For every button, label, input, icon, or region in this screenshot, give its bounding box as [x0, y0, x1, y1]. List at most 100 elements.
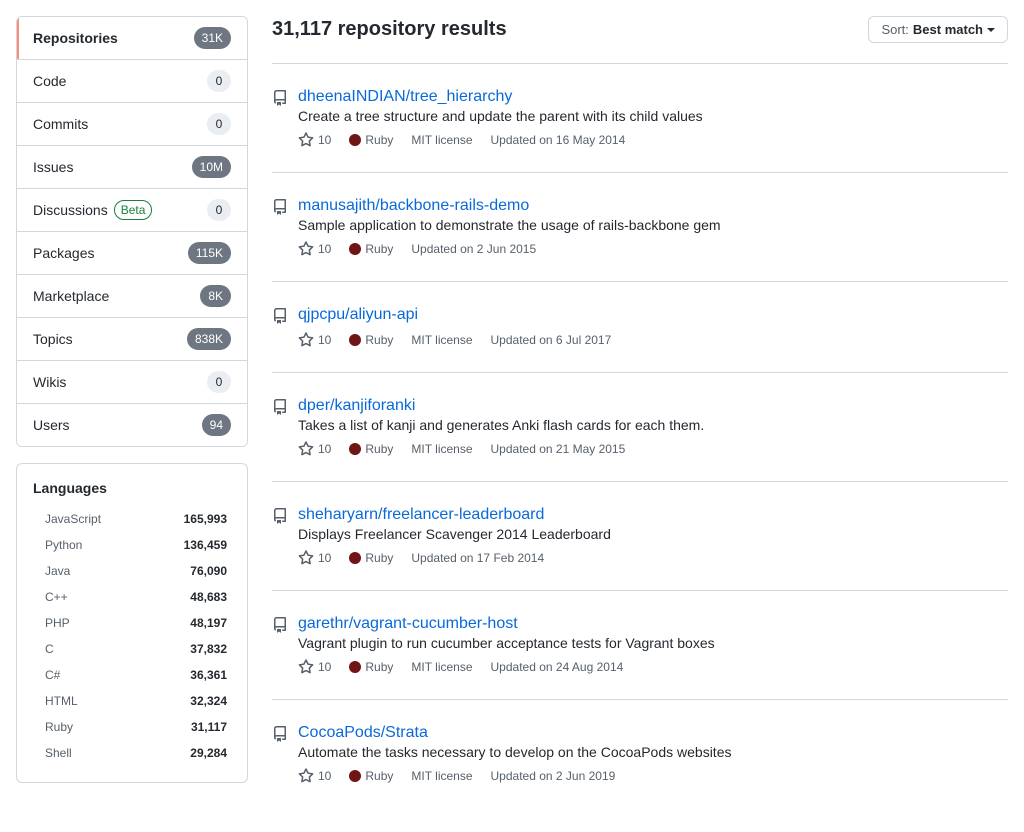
repo-result: sheharyarn/freelancer-leaderboard Display…	[272, 481, 1008, 590]
sidebar-item-label: Marketplace	[33, 288, 109, 304]
language-name: HTML	[45, 694, 78, 708]
sidebar-item-count: 838K	[187, 328, 231, 350]
repo-updated: Updated on 2 Jun 2019	[491, 769, 616, 783]
sidebar-item-packages[interactable]: Packages115K	[17, 232, 247, 275]
language-filter-item[interactable]: C#36,361	[33, 662, 231, 688]
star-count: 10	[318, 551, 331, 565]
language-filter-item[interactable]: Python136,459	[33, 532, 231, 558]
language-filter-item[interactable]: Ruby 31,117	[33, 714, 231, 740]
repo-result: dheenaINDIAN/tree_hierarchy Create a tree…	[272, 63, 1008, 172]
repo-updated: Updated on 24 Aug 2014	[491, 660, 624, 674]
stars[interactable]: 10	[298, 768, 331, 784]
repo-license: MIT license	[411, 769, 472, 783]
star-count: 10	[318, 242, 331, 256]
sidebar-item-commits[interactable]: Commits0	[17, 103, 247, 146]
star-icon	[298, 768, 314, 784]
repo-icon	[272, 617, 288, 675]
sidebar-item-count: 0	[207, 113, 231, 135]
language-name: C++	[45, 590, 68, 604]
stars[interactable]: 10	[298, 132, 331, 148]
language-filter-item[interactable]: HTML 32,324	[33, 688, 231, 714]
language-filter-item[interactable]: C37,832	[33, 636, 231, 662]
chevron-down-icon	[987, 28, 995, 32]
language-label: Ruby	[365, 769, 393, 783]
star-icon	[298, 550, 314, 566]
sidebar-item-issues[interactable]: Issues10M	[17, 146, 247, 189]
sidebar-item-count: 0	[207, 70, 231, 92]
star-icon	[298, 132, 314, 148]
repo-updated: Updated on 2 Jun 2015	[411, 242, 536, 256]
star-count: 10	[318, 133, 331, 147]
repo-description: Create a tree structure and update the p…	[298, 108, 1008, 124]
repo-language: Ruby	[349, 442, 393, 456]
language-filter-item[interactable]: C++48,683	[33, 584, 231, 610]
sidebar-item-count: 115K	[188, 242, 231, 264]
sidebar-item-discussions[interactable]: DiscussionsBeta0	[17, 189, 247, 232]
language-count: 165,993	[184, 512, 227, 526]
repo-meta: 10RubyMIT licenseUpdated on 21 May 2015	[298, 441, 1008, 457]
stars[interactable]: 10	[298, 659, 331, 675]
sidebar-item-code[interactable]: Code 0	[17, 60, 247, 103]
repo-link[interactable]: garethr/vagrant-cucumber-host	[298, 615, 518, 632]
repo-updated: Updated on 6 Jul 2017	[491, 333, 612, 347]
language-filter-item[interactable]: PHP 48,197	[33, 610, 231, 636]
sidebar-item-users[interactable]: Users94	[17, 404, 247, 446]
star-icon	[298, 441, 314, 457]
language-color-dot	[349, 243, 361, 255]
star-icon	[298, 659, 314, 675]
repo-icon	[272, 199, 288, 257]
language-color-dot	[349, 334, 361, 346]
sidebar-item-label: Code	[33, 73, 66, 89]
language-name: Ruby	[45, 720, 73, 734]
main-content: 31,117 repository results Sort: Best mat…	[272, 16, 1008, 808]
languages-panel: Languages JavaScript165,993Python136,459…	[16, 463, 248, 783]
language-name: C	[45, 642, 54, 656]
language-count: 32,324	[190, 694, 227, 708]
language-name: Python	[45, 538, 82, 552]
repo-link[interactable]: qjpcpu/aliyun-api	[298, 306, 418, 323]
repo-description: Takes a list of kanji and generates Anki…	[298, 417, 1008, 433]
repo-result: garethr/vagrant-cucumber-host Vagrant plu…	[272, 590, 1008, 699]
repo-license: MIT license	[411, 660, 472, 674]
repo-link[interactable]: sheharyarn/freelancer-leaderboard	[298, 506, 544, 523]
repo-link[interactable]: dheenaINDIAN/tree_hierarchy	[298, 88, 512, 105]
repo-language: Ruby	[349, 333, 393, 347]
repo-language: Ruby	[349, 551, 393, 565]
language-filter-item[interactable]: Java76,090	[33, 558, 231, 584]
sort-prefix: Sort:	[881, 22, 908, 37]
repo-link[interactable]: manusajith/backbone-rails-demo	[298, 197, 529, 214]
language-name: PHP	[45, 616, 70, 630]
stars[interactable]: 10	[298, 550, 331, 566]
language-color-dot	[349, 661, 361, 673]
language-label: Ruby	[365, 133, 393, 147]
repo-link[interactable]: dper/kanjiforanki	[298, 397, 415, 414]
repo-description: Vagrant plugin to run cucumber acceptanc…	[298, 635, 1008, 651]
sidebar-item-count: 8K	[200, 285, 231, 307]
sidebar-item-label: Issues	[33, 159, 73, 175]
language-filter-item[interactable]: JavaScript165,993	[33, 506, 231, 532]
repo-meta: 10RubyMIT licenseUpdated on 6 Jul 2017	[298, 332, 1008, 348]
repo-meta: 10RubyMIT licenseUpdated on 24 Aug 2014	[298, 659, 1008, 675]
sidebar-item-wikis[interactable]: Wikis0	[17, 361, 247, 404]
sidebar-item-count: 0	[207, 199, 231, 221]
repo-icon	[272, 399, 288, 457]
language-name: Java	[45, 564, 70, 578]
sidebar-item-label: Users	[33, 417, 70, 433]
repo-link[interactable]: CocoaPods/Strata	[298, 724, 428, 741]
languages-title: Languages	[33, 480, 231, 496]
sidebar-item-label: Discussions	[33, 202, 108, 218]
sidebar-item-repositories[interactable]: Repositories31K	[17, 17, 247, 60]
sort-value: Best match	[913, 22, 983, 37]
stars[interactable]: 10	[298, 332, 331, 348]
stars[interactable]: 10	[298, 241, 331, 257]
language-count: 48,197	[190, 616, 227, 630]
stars[interactable]: 10	[298, 441, 331, 457]
sidebar-item-marketplace[interactable]: Marketplace 8K	[17, 275, 247, 318]
sort-button[interactable]: Sort: Best match	[868, 16, 1008, 43]
repo-result: CocoaPods/StrataAutomate the tasks neces…	[272, 699, 1008, 808]
language-count: 31,117	[191, 720, 227, 734]
language-filter-item[interactable]: Shell29,284	[33, 740, 231, 766]
repo-description: Displays Freelancer Scavenger 2014 Leade…	[298, 526, 1008, 542]
sidebar-item-topics[interactable]: Topics838K	[17, 318, 247, 361]
star-count: 10	[318, 333, 331, 347]
